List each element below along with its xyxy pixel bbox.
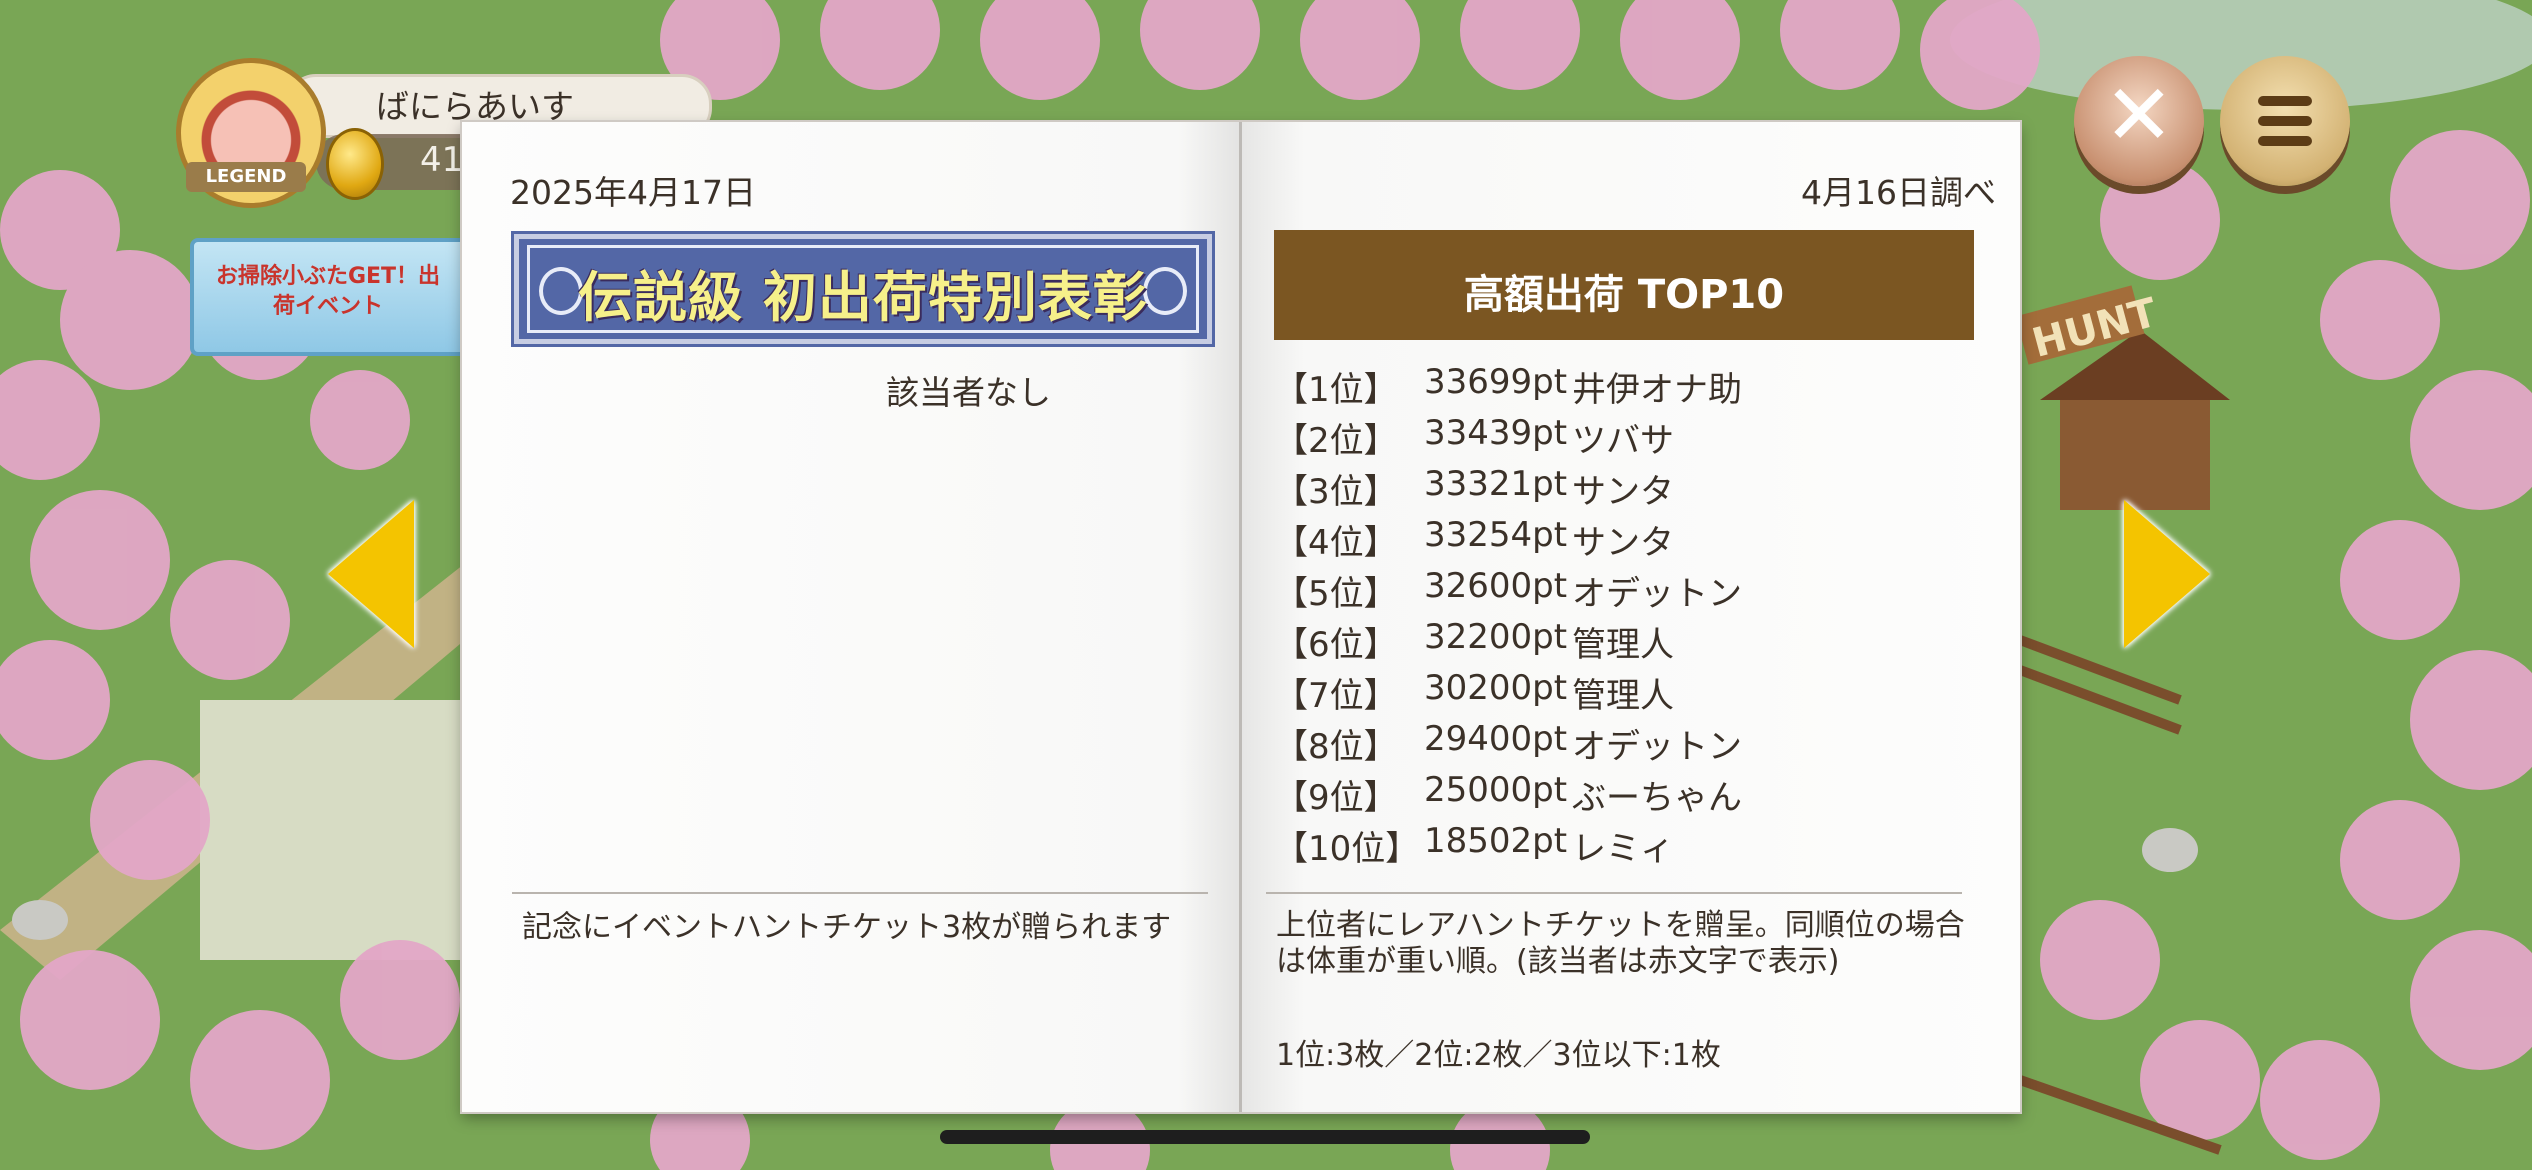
ranking-score: 29400pt	[1424, 719, 1568, 759]
ranking-row: 【6位】 32200pt 管理人	[1274, 617, 1994, 667]
award-result: 該当者なし	[886, 373, 1051, 412]
ranking-note: 上位者にレアハントチケットを贈呈。同順位の場合は体重が重い順。(該当者は赤文字で…	[1276, 908, 1965, 979]
ranking-row: 【1位】 33699pt 井伊オナ助	[1274, 362, 1994, 412]
ranking-row: 【3位】 33321pt サンタ	[1274, 464, 1994, 514]
ranking-position: 【4位】	[1274, 523, 1398, 563]
ranking-title: 高額出荷 TOP10	[1463, 272, 1785, 318]
player-name: ばにらあいす	[376, 87, 574, 126]
newspaper-book: 2025年4月17日 伝説級 初出荷特別表彰 該当者なし 記念にイベントハントチ…	[462, 122, 2020, 1112]
ranking-position: 【5位】	[1274, 574, 1398, 614]
ranking-position: 【6位】	[1274, 625, 1398, 665]
ranking-name: 井伊オナ助	[1572, 370, 1742, 410]
ranking-position: 【7位】	[1274, 676, 1398, 716]
menu-button[interactable]	[2220, 56, 2350, 186]
close-icon: ✕	[2103, 66, 2175, 164]
event-banner[interactable]: お掃除小ぶたGET！出荷イベント	[190, 238, 468, 356]
ranking-score: 33321pt	[1424, 464, 1568, 504]
award-note: 記念にイベントハントチケット3枚が贈られます	[522, 910, 1172, 945]
ranking-score: 30200pt	[1424, 668, 1568, 708]
ranking-name: ぶーちゃん	[1572, 778, 1742, 818]
ranking-name: オデットン	[1572, 574, 1742, 614]
event-banner-text: お掃除小ぶたGET！出荷イベント	[215, 264, 441, 319]
ranking-score: 33254pt	[1424, 515, 1568, 555]
ranking-position: 【8位】	[1274, 727, 1398, 767]
divider	[1266, 892, 1962, 894]
ranking-position: 【10位】	[1274, 829, 1420, 869]
prev-page-arrow-icon[interactable]	[328, 500, 414, 648]
ranking-name: ツバサ	[1572, 421, 1674, 461]
left-page: 2025年4月17日 伝説級 初出荷特別表彰 該当者なし 記念にイベントハントチ…	[462, 122, 1240, 1112]
ranking-score: 25000pt	[1424, 770, 1568, 810]
divider	[512, 892, 1208, 894]
ranking-name: オデットン	[1572, 727, 1742, 767]
home-indicator	[940, 1130, 1590, 1144]
prize-info: 1位:3枚／2位:2枚／3位以下:1枚	[1276, 1038, 1721, 1073]
ranking-row: 【2位】 33439pt ツバサ	[1274, 413, 1994, 463]
ranking-row: 【10位】 18502pt レミィ	[1274, 821, 1994, 871]
ranking-row: 【9位】 25000pt ぶーちゃん	[1274, 770, 1994, 820]
ranking-position: 【3位】	[1274, 472, 1398, 512]
ranking-score: 33439pt	[1424, 413, 1568, 453]
ranking-name: サンタ	[1572, 523, 1674, 563]
ranking-position: 【1位】	[1274, 370, 1398, 410]
ranking-position: 【9位】	[1274, 778, 1398, 818]
ranking-score: 33699pt	[1424, 362, 1568, 402]
ranking-row: 【4位】 33254pt サンタ	[1274, 515, 1994, 565]
survey-date: 4月16日調べ	[1801, 173, 1996, 212]
next-page-arrow-icon[interactable]	[2124, 500, 2210, 648]
ranking-name: サンタ	[1572, 472, 1674, 512]
ranking-name: 管理人	[1572, 676, 1674, 716]
ranking-score: 32200pt	[1424, 617, 1568, 657]
ranking-name: レミィ	[1572, 829, 1674, 869]
ranking-row: 【5位】 32600pt オデットン	[1274, 566, 1994, 616]
coin-icon	[326, 128, 384, 200]
ranking-score: 18502pt	[1424, 821, 1568, 861]
ranking-name: 管理人	[1572, 625, 1674, 665]
ranking-row: 【7位】 30200pt 管理人	[1274, 668, 1994, 718]
hamburger-menu-icon	[2258, 96, 2312, 156]
coin-count: 41	[420, 140, 464, 180]
ranking-row: 【8位】 29400pt オデットン	[1274, 719, 1994, 769]
legend-rank-badge: LEGEND	[186, 162, 306, 192]
close-button[interactable]: ✕	[2074, 56, 2204, 186]
award-title: 伝説級 初出荷特別表彰	[578, 266, 1148, 329]
award-title-banner: 伝説級 初出荷特別表彰	[514, 234, 1212, 344]
right-page: 4月16日調べ 高額出荷 TOP10 【1位】 33699pt 井伊オナ助【2位】 3…	[1242, 122, 2020, 1112]
issue-date: 2025年4月17日	[510, 173, 756, 212]
ranking-position: 【2位】	[1274, 421, 1398, 461]
ranking-header: 高額出荷 TOP10	[1274, 230, 1974, 340]
ranking-score: 32600pt	[1424, 566, 1568, 606]
